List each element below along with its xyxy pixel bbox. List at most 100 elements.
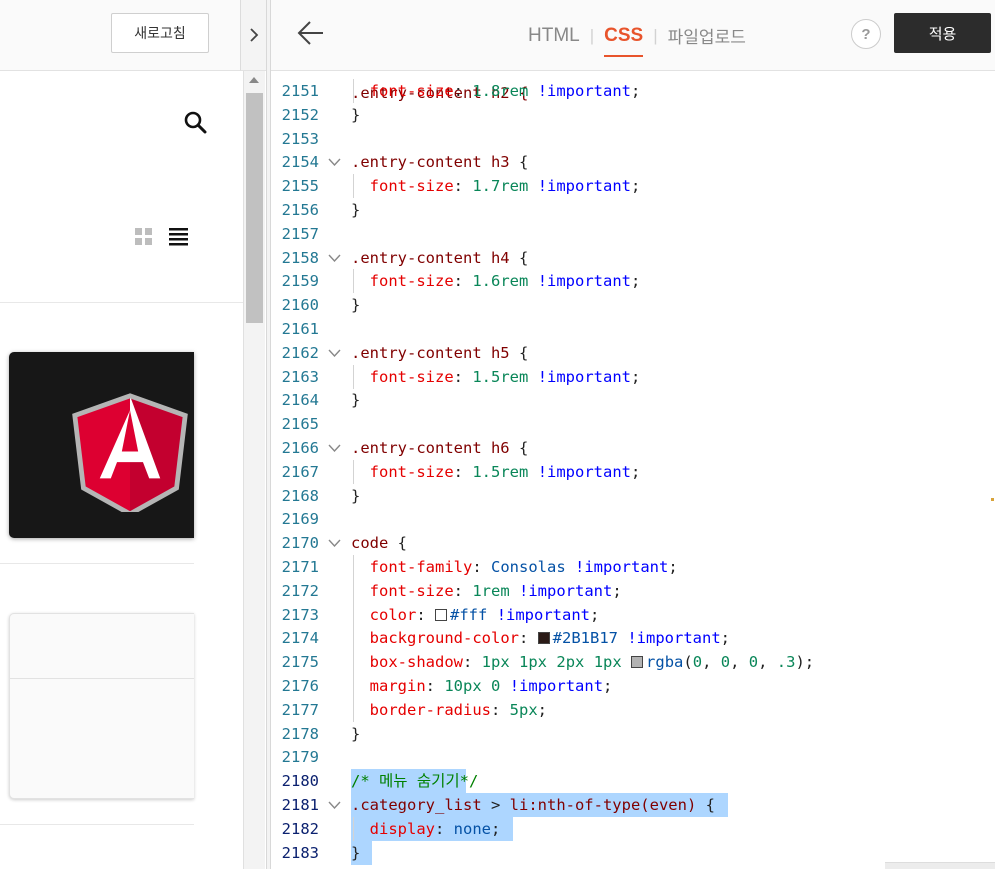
css-code-editor[interactable]: .entry-content h2 { 2151 font-size: 1.8r…	[271, 71, 995, 869]
line-number: 2171	[281, 558, 319, 576]
post-thumbnail[interactable]	[9, 352, 194, 538]
overview-ruler-marker	[991, 498, 994, 501]
code-token: !important	[496, 605, 591, 624]
refresh-button[interactable]: 새로고침	[111, 13, 209, 53]
code-token: li:nth-of-type(even)	[509, 796, 697, 814]
line-number: 2165	[281, 415, 319, 434]
code-token: 1rem	[472, 581, 510, 600]
code-text: .entry-content h3 {	[351, 150, 528, 174]
code-token: ;	[603, 677, 613, 695]
code-line: 2182 display: none;	[271, 816, 995, 841]
line-number: 2170	[281, 534, 319, 553]
code-token: .3	[776, 653, 796, 672]
code-token: ;	[668, 558, 678, 576]
preview-scrollbar[interactable]	[243, 71, 265, 869]
code-token: 0	[692, 653, 703, 672]
code-token: !important	[519, 581, 613, 600]
tab-file-upload[interactable]: 파일업로드	[668, 23, 746, 48]
code-token: :	[453, 177, 473, 196]
comment-box-separator	[10, 678, 194, 679]
code-token: !important	[537, 272, 632, 291]
tab-html[interactable]: HTML	[528, 25, 580, 47]
code-token: !important	[509, 677, 604, 695]
preview-divider	[0, 824, 194, 825]
code-line: 2157	[271, 222, 995, 246]
grid-view-icon[interactable]	[135, 228, 153, 246]
collapse-preview-button[interactable]	[240, 0, 267, 71]
code-token: 1px	[481, 653, 510, 672]
fold-chevron-icon[interactable]	[328, 444, 341, 452]
scroll-up-arrow-icon[interactable]	[249, 77, 259, 83]
code-token: :	[491, 700, 510, 719]
comment-box[interactable]	[9, 613, 194, 799]
code-token: ;	[537, 700, 548, 719]
color-swatch-icon[interactable]	[435, 608, 448, 621]
editor-tabs: HTML | CSS | 파일업로드	[528, 0, 746, 71]
line-number: 2159	[281, 272, 319, 291]
code-text: }	[351, 841, 360, 865]
code-text: .entry-content h4 {	[351, 246, 528, 270]
code-line: 2162 .entry-content h5 {	[271, 341, 995, 365]
code-line: 2180 /* 메뉴 숨기기*/	[271, 769, 995, 794]
code-token: background-color	[369, 629, 519, 648]
line-number: 2177	[281, 700, 319, 719]
fold-chevron-icon[interactable]	[328, 539, 341, 548]
code-token: !important	[575, 558, 669, 576]
blog-preview-panel: 새로고침	[0, 0, 265, 869]
fold-chevron-icon[interactable]	[328, 254, 341, 262]
color-swatch-icon[interactable]	[631, 656, 644, 669]
code-token: >	[481, 796, 510, 814]
line-number: 2178	[281, 724, 319, 743]
fold-chevron-icon[interactable]	[328, 158, 341, 167]
tab-css[interactable]: CSS	[604, 25, 644, 57]
code-token: :	[453, 82, 473, 100]
code-line: 2178}	[271, 722, 995, 746]
code-token: }	[351, 843, 361, 862]
line-number: 2183	[281, 843, 319, 862]
code-line: 2151 font-size: 1.8rem !important;	[271, 79, 995, 103]
code-line: 2166 .entry-content h6 {	[271, 436, 995, 460]
code-line: 2164}	[271, 388, 995, 412]
code-token: {	[509, 343, 529, 362]
code-token: ,	[758, 653, 777, 672]
tab-separator: |	[589, 25, 595, 45]
code-token: ,	[730, 653, 749, 672]
code-token: /* 메뉴 숨기기*/	[351, 772, 479, 791]
search-icon[interactable]	[183, 110, 207, 134]
code-text: code {	[351, 531, 407, 555]
code-token: display	[369, 819, 435, 838]
code-token: }	[351, 105, 361, 124]
fold-chevron-icon[interactable]	[328, 349, 341, 357]
list-view-icon[interactable]	[169, 228, 188, 246]
line-number: 2164	[281, 391, 319, 410]
color-swatch-icon[interactable]	[537, 632, 550, 645]
line-number: 2152	[281, 105, 319, 124]
code-token: :	[416, 605, 436, 624]
code-token: {	[509, 248, 529, 267]
code-token: .entry-content h3	[351, 153, 510, 172]
code-text: font-size: 1.6rem !important;	[351, 269, 641, 293]
code-line: 2174 background-color: #2B1B17 !importan…	[271, 626, 995, 651]
code-text: color: #fff !important;	[351, 603, 600, 627]
line-number: 2182	[281, 819, 319, 838]
code-text: }	[351, 722, 360, 746]
back-arrow-icon[interactable]	[297, 20, 325, 46]
code-token: :	[463, 653, 482, 672]
code-text: font-size: 1.5rem !important;	[351, 365, 641, 389]
code-token: .entry-content h4	[351, 248, 510, 267]
code-token: }	[351, 724, 361, 743]
fold-chevron-icon[interactable]	[328, 801, 341, 809]
apply-button[interactable]: 적용	[894, 13, 991, 53]
code-token: {	[696, 796, 715, 814]
code-token: :	[425, 677, 445, 695]
code-text: }	[351, 484, 360, 508]
code-token: }	[351, 296, 361, 315]
scroll-thumb[interactable]	[246, 93, 263, 323]
help-button[interactable]: ?	[851, 19, 881, 49]
horizontal-scrollbar[interactable]	[885, 862, 995, 869]
